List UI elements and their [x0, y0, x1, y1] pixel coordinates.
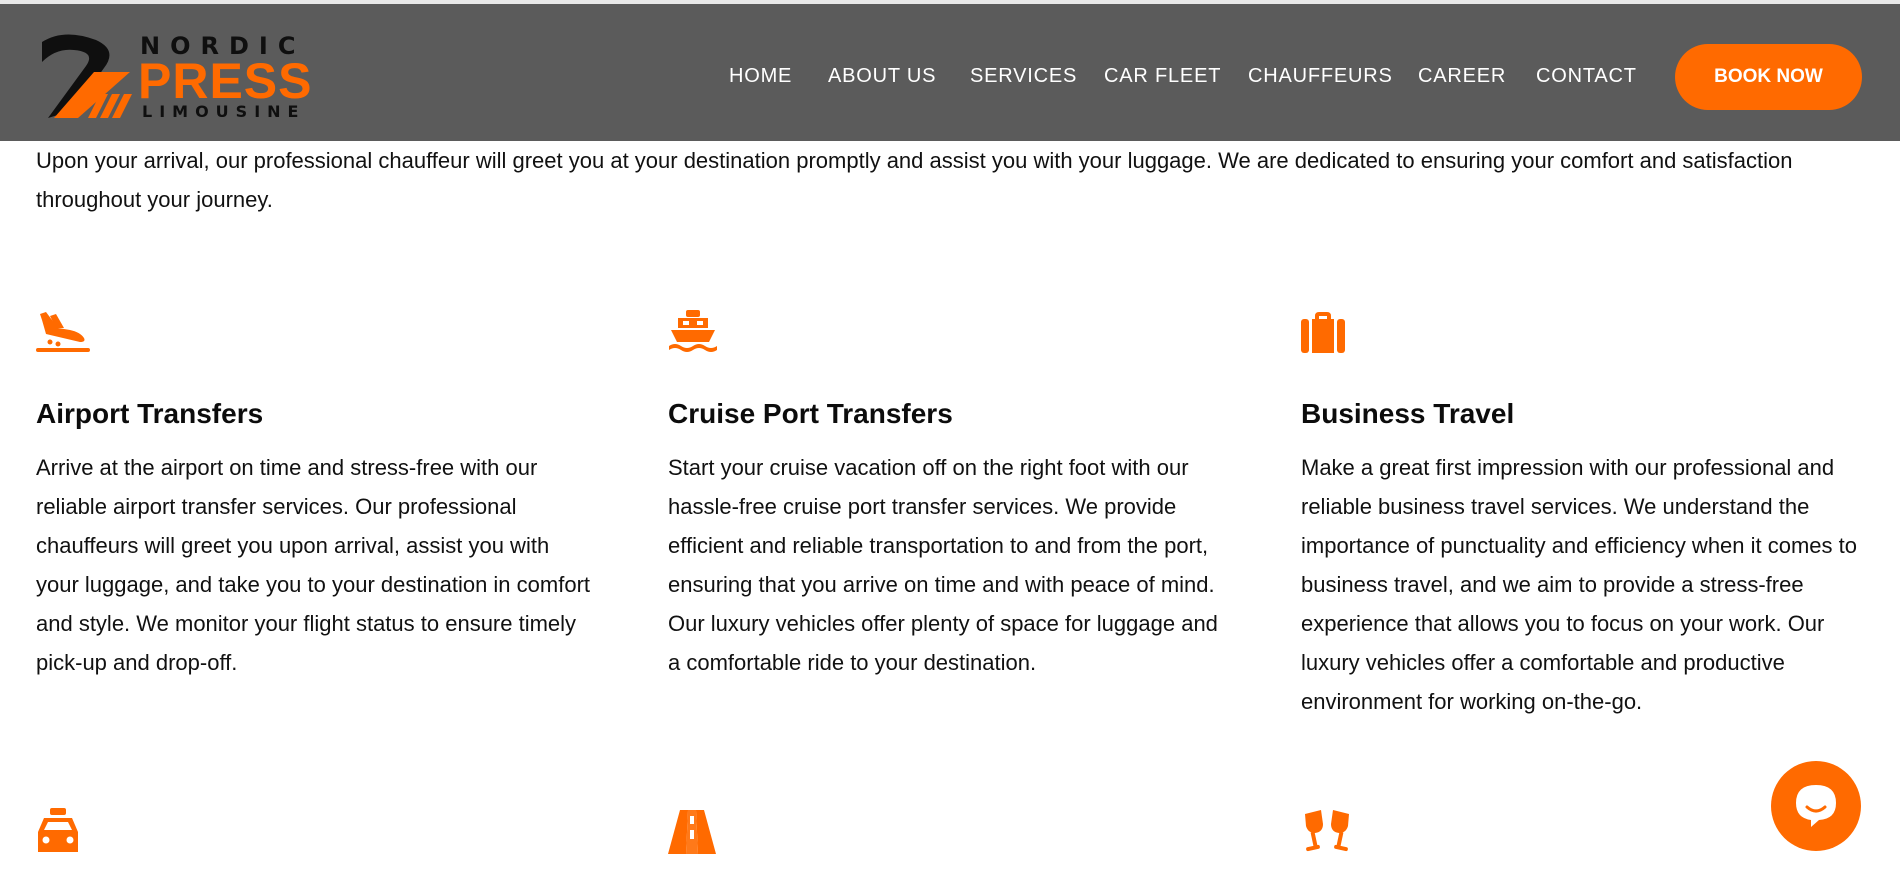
- ship-icon: [669, 310, 717, 352]
- plane-landing-icon: [36, 312, 90, 352]
- chat-widget-button[interactable]: [1771, 761, 1861, 851]
- road-icon: [668, 810, 716, 854]
- logo-text-bottom: LIMOUSINE: [142, 102, 306, 121]
- taxi-icon: [38, 808, 78, 852]
- service-title: Business Travel: [1301, 398, 1515, 429]
- nav-contact[interactable]: CONTACT: [1536, 65, 1637, 88]
- service-title: Cruise Port Transfers: [668, 398, 953, 429]
- nav-career[interactable]: CAREER: [1418, 65, 1506, 88]
- intro-paragraph: Upon your arrival, our professional chau…: [36, 148, 1793, 212]
- logo[interactable]: NORDIC PRESS LIMOUSINE: [34, 26, 312, 126]
- logo-mark-icon: [42, 34, 132, 118]
- nav-services[interactable]: SERVICES: [970, 65, 1077, 88]
- book-now-button[interactable]: BOOK NOW: [1675, 44, 1862, 110]
- briefcase-icon: [1301, 312, 1345, 353]
- site-header: NORDIC PRESS LIMOUSINE HOME ABOUT US SER…: [0, 4, 1900, 141]
- champagne-glasses-icon: [1305, 810, 1349, 852]
- service-description: Make a great first impression with our p…: [1301, 455, 1858, 714]
- nav-chauffeurs[interactable]: CHAUFFEURS: [1248, 65, 1393, 88]
- service-title: Airport Transfers: [36, 398, 264, 429]
- nav-car-fleet[interactable]: CAR FLEET: [1104, 65, 1221, 88]
- service-description: Arrive at the airport on time and stress…: [36, 455, 591, 675]
- nav-home[interactable]: HOME: [729, 65, 792, 88]
- service-description: Start your cruise vacation off on the ri…: [668, 455, 1218, 675]
- chat-bubble-icon: [1796, 785, 1836, 827]
- nav-about-us[interactable]: ABOUT US: [828, 65, 936, 88]
